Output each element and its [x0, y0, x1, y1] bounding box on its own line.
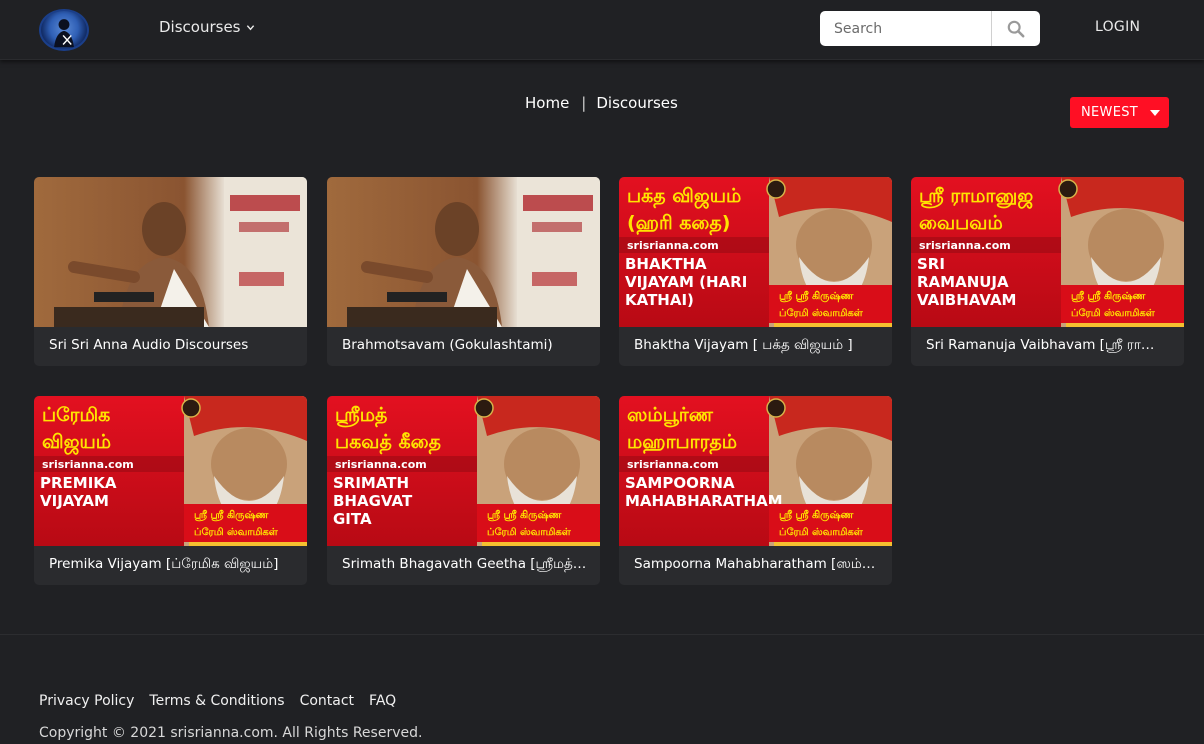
svg-text:KATHAI): KATHAI) — [625, 291, 694, 309]
site-logo[interactable] — [39, 9, 89, 51]
seal-icon — [474, 398, 494, 418]
footer-link-faq[interactable]: FAQ — [369, 693, 396, 709]
seal-icon — [1058, 179, 1078, 199]
svg-text:VIJAYAM: VIJAYAM — [40, 492, 109, 510]
breadcrumb-home[interactable]: Home — [525, 94, 569, 112]
discourse-card-title: Bhaktha Vijayam [ பக்த விஜயம் ] — [634, 337, 853, 353]
svg-text:(ஹரி கதை): (ஹரி கதை) — [627, 212, 730, 236]
svg-text:ஸ்ரீ ஸ்ரீ கிருஷ்ண: ஸ்ரீ ஸ்ரீ கிருஷ்ண — [1071, 290, 1146, 302]
discourse-thumbnail: பக்த விஜயம் (ஹரி கதை) srisrianna.com BHAKTH… — [619, 177, 892, 327]
search-form — [820, 11, 1040, 46]
svg-text:ப்ரேமி ஸ்வாமிகள்: ப்ரேமி ஸ்வாமிகள் — [1071, 307, 1156, 319]
svg-text:GITA: GITA — [333, 510, 372, 528]
svg-text:SRIMATH: SRIMATH — [333, 474, 409, 492]
svg-text:ஸ்ரீ ஸ்ரீ கிருஷ்ண: ஸ்ரீ ஸ்ரீ கிருஷ்ண — [487, 509, 562, 521]
svg-text:PREMIKA: PREMIKA — [40, 474, 117, 492]
svg-text:ப்ரேமிக: ப்ரேமிக — [42, 404, 110, 426]
svg-text:RAMANUJA: RAMANUJA — [917, 273, 1009, 291]
footer-link-privacy[interactable]: Privacy Policy — [39, 693, 134, 709]
discourse-thumbnail — [34, 177, 307, 327]
discourse-thumbnail — [327, 177, 600, 327]
svg-text:மஹாபாரதம்: மஹாபாரதம் — [627, 431, 737, 455]
svg-text:பகவத் கீதை: பகவத் கீதை — [335, 431, 441, 455]
svg-text:ஸ்ரீ ஸ்ரீ கிருஷ்ண: ஸ்ரீ ஸ்ரீ கிருஷ்ண — [779, 290, 854, 302]
discourse-card-title: Sri Ramanuja Vaibhavam [ஸ்ரீ ராமானுஜ வைப… — [926, 337, 1171, 353]
svg-text:SAMPOORNA: SAMPOORNA — [625, 474, 735, 492]
search-icon — [1007, 20, 1025, 37]
seal-icon — [766, 179, 786, 199]
svg-text:BHAKTHA: BHAKTHA — [625, 255, 707, 273]
thumbnail-artwork: பக்த விஜயம் (ஹரி கதை) srisrianna.com BHAKTH… — [619, 177, 892, 327]
discourse-card-title: Sampoorna Mahabharatham [ஸம்பூர்ண மஹாபார… — [634, 556, 879, 572]
svg-text:srisrianna.com: srisrianna.com — [627, 239, 719, 252]
sort-selected-label: NEWEST — [1081, 105, 1138, 120]
copyright-text: Copyright © 2021 srisrianna.com. All Rig… — [39, 725, 423, 741]
thumbnail-artwork: ஸம்பூர்ண மஹாபாரதம் srisrianna.com SAMPOORNA… — [619, 396, 892, 546]
svg-text:ப்ரேமி ஸ்வாமிகள்: ப்ரேமி ஸ்வாமிகள் — [779, 307, 864, 319]
sort-dropdown[interactable]: NEWEST — [1070, 97, 1169, 128]
search-button[interactable] — [991, 11, 1040, 46]
svg-text:ஸ்ரீ ராமானுஜ: ஸ்ரீ ராமானுஜ — [919, 185, 1033, 209]
footer: Privacy Policy Terms & Conditions Contac… — [0, 634, 1204, 744]
svg-text:பக்த விஜயம்: பக்த விஜயம் — [627, 185, 741, 209]
svg-text:VIJAYAM (HARI: VIJAYAM (HARI — [625, 273, 747, 291]
login-link[interactable]: LOGIN — [1095, 19, 1140, 35]
discourse-card-title: Premika Vijayam [ப்ரேமிக விஜயம்] — [49, 556, 279, 572]
discourse-card[interactable]: ப்ரேமிக விஜயம் srisrianna.com PREMIKA VIJAYA… — [34, 396, 307, 585]
svg-text:srisrianna.com: srisrianna.com — [42, 458, 134, 471]
svg-text:srisrianna.com: srisrianna.com — [919, 239, 1011, 252]
svg-text:ப்ரேமி ஸ்வாமிகள்: ப்ரேமி ஸ்வாமிகள் — [194, 526, 279, 538]
discourse-card-title: Sri Sri Anna Audio Discourses — [49, 337, 249, 353]
svg-text:ஸ்ரீ ஸ்ரீ கிருஷ்ண: ஸ்ரீ ஸ்ரீ கிருஷ்ண — [194, 509, 269, 521]
discourse-card[interactable]: பக்த விஜயம் (ஹரி கதை) srisrianna.com BHAKTH… — [619, 177, 892, 366]
discourse-card[interactable]: Brahmotsavam (Gokulashtami) — [327, 177, 600, 366]
chevron-down-icon — [246, 24, 254, 30]
breadcrumb-current: Discourses — [596, 94, 678, 112]
caret-down-icon — [1150, 110, 1160, 116]
thumbnail-artwork: ஸ்ரீ ராமானுஜ வைபவம் srisrianna.com SRIRAMAN… — [911, 177, 1184, 327]
svg-text:MAHABHARATHAM: MAHABHARATHAM — [625, 492, 783, 510]
discourse-card[interactable]: ஸ்ரீ ராமானுஜ வைபவம் srisrianna.com SRI RAMAN… — [911, 177, 1184, 366]
search-input[interactable] — [820, 11, 991, 46]
footer-link-contact[interactable]: Contact — [300, 693, 354, 709]
discourse-thumbnail: ஸ்ரீ ராமானுஜ வைபவம் srisrianna.com SRI RAMAN… — [911, 177, 1184, 327]
svg-text:வைபவம்: வைபவம் — [919, 212, 1003, 234]
svg-text:SRI: SRI — [917, 255, 945, 273]
discourse-card[interactable]: ஸம்பூர்ண மஹாபாரதம் srisrianna.com SAMPOORNA… — [619, 396, 892, 585]
svg-text:ப்ரேமி ஸ்வாமிகள்: ப்ரேமி ஸ்வாமிகள் — [487, 526, 572, 538]
svg-text:ப்ரேமி ஸ்வாமிகள்: ப்ரேமி ஸ்வாமிகள் — [779, 526, 864, 538]
svg-text:srisrianna.com: srisrianna.com — [627, 458, 719, 471]
nav-discourses-label: Discourses — [159, 18, 241, 36]
svg-text:ஸம்பூர்ண: ஸம்பூர்ண — [627, 404, 714, 428]
breadcrumb: Home | Discourses — [525, 94, 678, 112]
svg-text:ஸ்ரீமத்: ஸ்ரீமத் — [335, 404, 387, 428]
discourse-card[interactable]: Sri Sri Anna Audio Discourses — [34, 177, 307, 366]
thumbnail-artwork: ப்ரேமிக விஜயம் srisrianna.com PREMIKAVIJAYA… — [34, 396, 307, 546]
discourse-card-title: Srimath Bhagavath Geetha [ஸ்ரீமத் பகவத் … — [342, 556, 587, 572]
svg-text:srisrianna.com: srisrianna.com — [335, 458, 427, 471]
seal-icon — [766, 398, 786, 418]
logo-icon — [54, 19, 74, 48]
discourse-thumbnail: ப்ரேமிக விஜயம் srisrianna.com PREMIKA VIJAYA… — [34, 396, 307, 546]
svg-text:BHAGVAT: BHAGVAT — [333, 492, 413, 510]
discourse-thumbnail: ஸ்ரீமத் பகவத் கீதை srisrianna.com SRIMATH BH… — [327, 396, 600, 546]
thumbnail-artwork: ஸ்ரீமத் பகவத் கீதை srisrianna.com SRIMATHBH… — [327, 396, 600, 546]
footer-links: Privacy Policy Terms & Conditions Contac… — [39, 693, 396, 709]
svg-text:VAIBHAVAM: VAIBHAVAM — [917, 291, 1017, 309]
discourse-card-title: Brahmotsavam (Gokulashtami) — [342, 337, 553, 353]
breadcrumb-separator: | — [581, 94, 587, 112]
footer-link-terms[interactable]: Terms & Conditions — [149, 693, 284, 709]
nav-discourses-dropdown[interactable]: Discourses — [159, 18, 255, 36]
svg-text:விஜயம்: விஜயம் — [42, 431, 111, 455]
discourse-card[interactable]: ஸ்ரீமத் பகவத் கீதை srisrianna.com SRIMATH BH… — [327, 396, 600, 585]
svg-text:ஸ்ரீ ஸ்ரீ கிருஷ்ண: ஸ்ரீ ஸ்ரீ கிருஷ்ண — [779, 509, 854, 521]
top-navbar: Discourses LOGIN — [0, 0, 1204, 60]
seal-icon — [181, 398, 201, 418]
discourse-thumbnail: ஸம்பூர்ண மஹாபாரதம் srisrianna.com SAMPOORNA… — [619, 396, 892, 546]
